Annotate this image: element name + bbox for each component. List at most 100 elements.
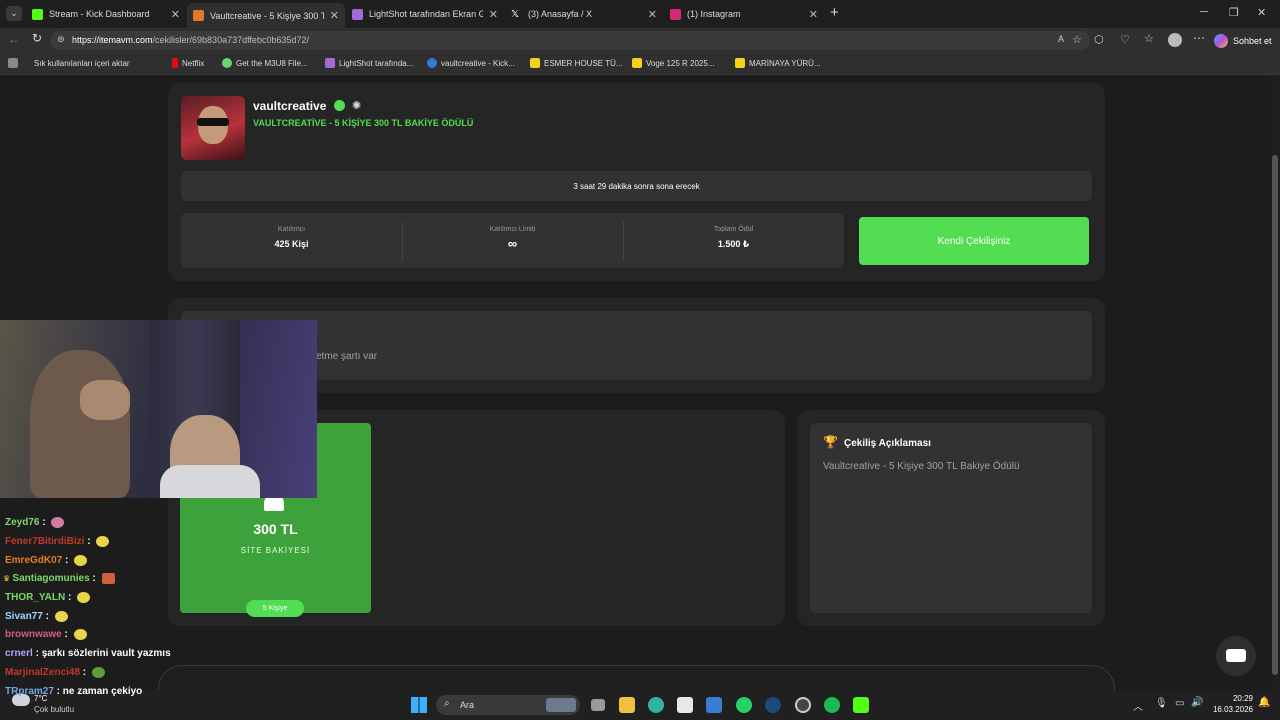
clock-time[interactable]: 20:29	[1223, 694, 1253, 703]
copilot-button[interactable]: Sohbet et	[1214, 31, 1272, 50]
chat-separator: :	[61, 629, 71, 641]
description-text: Vaultcreative - 5 Kişiye 300 TL Bakiye Ö…	[823, 461, 1020, 472]
countdown-bar: 3 saat 29 dakika sonra sona erecek	[181, 171, 1092, 201]
edge-icon[interactable]	[648, 697, 664, 713]
taskbar-search[interactable]: ⌕ Ara	[436, 695, 580, 715]
store-icon[interactable]	[677, 697, 693, 713]
copilot-icon	[1214, 33, 1228, 48]
weather-desc[interactable]: Çok bulutlu	[34, 705, 74, 714]
bookmark-marinaya[interactable]: MARİNAYA YÜRÜ...	[735, 58, 821, 68]
settings-badge-icon: ✺	[352, 100, 362, 112]
bookmark-m3u8[interactable]: Get the M3U8 File...	[222, 58, 308, 68]
streamer-username[interactable]: vaultcreative	[253, 99, 326, 113]
tab-title: LightShot tarafından Ekran Görünt	[369, 9, 483, 19]
close-icon[interactable]: ✕	[171, 8, 180, 21]
streamer-avatar[interactable]	[181, 96, 245, 160]
favorites-icon[interactable]: ☆	[1144, 32, 1154, 45]
obs-icon[interactable]	[795, 697, 811, 713]
bookmark-lightshot[interactable]: LightShot tarafında...	[325, 58, 413, 68]
close-icon[interactable]: ✕	[809, 8, 818, 21]
chat-username: brownwawe	[5, 629, 62, 641]
favorite-star-icon[interactable]: ☆	[1072, 33, 1082, 46]
scroll-thumb[interactable]	[1272, 155, 1278, 675]
tab-x[interactable]: 𝕏 (3) Anasayfa / X ✕	[505, 3, 663, 25]
extensions-icon[interactable]: ⬡	[1094, 33, 1104, 46]
bookmark-voge[interactable]: Voge 125 R 2025...	[632, 58, 715, 68]
itemavm-icon	[193, 10, 204, 21]
chat-username: MarjinalZenci48	[5, 667, 81, 679]
more-menu-icon[interactable]: ⋯	[1193, 31, 1205, 45]
bookmark-kick[interactable]: vaultcreative - Kick...	[427, 58, 515, 68]
comments-card	[158, 665, 1115, 690]
minimize-icon[interactable]: ─	[1200, 6, 1208, 18]
tab-kick-dashboard[interactable]: Stream - Kick Dashboard ✕	[26, 3, 186, 25]
person-right-shirt	[160, 465, 260, 498]
page-scrollbar[interactable]	[1270, 75, 1280, 690]
bookmark-esmer[interactable]: ESMER HOUSE TÜ...	[530, 58, 623, 68]
chat-separator: :	[32, 648, 42, 659]
own-giveaway-button[interactable]: Kendi Çekilişiniz	[859, 217, 1089, 265]
network-icon[interactable]: ▭	[1175, 698, 1184, 709]
site-info-icon[interactable]: ⊜	[57, 34, 65, 45]
bookmark-netflix[interactable]: Netflix	[172, 58, 204, 68]
browser-essentials-icon[interactable]: ♡	[1120, 33, 1130, 46]
chevron-up-icon[interactable]: ︿	[1133, 698, 1143, 713]
giveaway-title: VAULTCREATİVE - 5 KİŞİYE 300 TL BAKİYE Ö…	[253, 118, 474, 128]
volume-icon[interactable]: 🔊	[1191, 697, 1203, 708]
m3u8-icon	[222, 58, 232, 68]
tab-lightshot[interactable]: LightShot tarafından Ekran Görünt ✕	[346, 3, 504, 25]
stat-value: ∞	[507, 236, 518, 251]
chat-separator: :	[65, 592, 75, 604]
clock-date[interactable]: 16.03.2026	[1208, 705, 1253, 714]
tab-actions-button[interactable]: ⌄	[6, 6, 22, 21]
whatsapp-icon[interactable]	[736, 697, 752, 713]
feather-icon	[325, 58, 335, 68]
refresh-icon[interactable]: ↻	[32, 31, 42, 45]
url-field[interactable]: ⊜ https://itemavm.com/cekilisler/69b830a…	[50, 31, 1090, 50]
profile-avatar[interactable]	[1168, 33, 1182, 47]
bookmark-import[interactable]: Sık kullanılanları içeri aktar	[8, 58, 130, 68]
chat-message: EmreGdK07 :	[5, 555, 88, 567]
read-aloud-icon[interactable]: A	[1058, 34, 1064, 44]
sahibinden-icon	[632, 58, 642, 68]
mail-icon[interactable]	[706, 697, 722, 713]
chat-separator: :	[53, 686, 63, 697]
chat-username: Santiagomunies	[12, 573, 90, 585]
kick-studio-icon[interactable]	[853, 697, 869, 713]
chat-message: brownwawe :	[5, 629, 87, 640]
chat-username: Sivan77	[5, 611, 43, 623]
microphone-icon[interactable]: 🎙	[1155, 698, 1168, 709]
emote-icon	[96, 536, 110, 547]
task-view-icon[interactable]	[591, 699, 605, 711]
file-explorer-icon[interactable]	[619, 697, 635, 713]
stat-participants: Katılımcı 425 Kişi	[181, 213, 402, 268]
restore-icon[interactable]: ❐	[1229, 6, 1239, 19]
url-path: /cekilisler/69b830a737dffebc0b635d72/	[152, 35, 309, 45]
chat-username: EmreGdK07	[5, 555, 63, 567]
prize-count-badge: 5 Kişiye	[246, 600, 304, 617]
tab-title: (3) Anasayfa / X	[528, 9, 593, 19]
close-icon[interactable]: ✕	[648, 8, 657, 21]
new-tab-button[interactable]: +	[830, 4, 839, 21]
stat-total-prize: Toplam Ödül 1.500 ₺	[623, 213, 844, 268]
chat-bubble-button[interactable]	[1216, 636, 1256, 676]
start-button[interactable]	[411, 697, 427, 713]
chat-username: TRpram27	[5, 686, 54, 697]
emote-icon	[54, 611, 68, 622]
bookmark-label: Netflix	[182, 58, 205, 68]
emote-icon	[91, 667, 105, 678]
steam-icon[interactable]	[765, 697, 781, 713]
crown-icon: ♛	[3, 574, 13, 584]
tab-vaultcreative[interactable]: Vaultcreative - 5 Kişiye 300 TL Baki ✕	[187, 3, 345, 28]
back-icon[interactable]: ←	[8, 32, 20, 46]
stat-value: 425 Kişi	[274, 239, 309, 249]
spotify-icon[interactable]	[824, 697, 840, 713]
notification-bell-icon[interactable]: 🔔	[1258, 697, 1270, 708]
address-bar: ← ↻ ⊜ https://itemavm.com/cekilisler/69b…	[0, 28, 1280, 53]
stat-label: Katılımcı	[277, 226, 306, 233]
tab-instagram[interactable]: (1) Instagram ✕	[664, 3, 824, 25]
sahibinden-icon	[530, 58, 540, 68]
close-icon[interactable]: ✕	[489, 8, 498, 21]
close-window-icon[interactable]: ✕	[1257, 6, 1266, 19]
close-icon[interactable]: ✕	[330, 9, 339, 22]
